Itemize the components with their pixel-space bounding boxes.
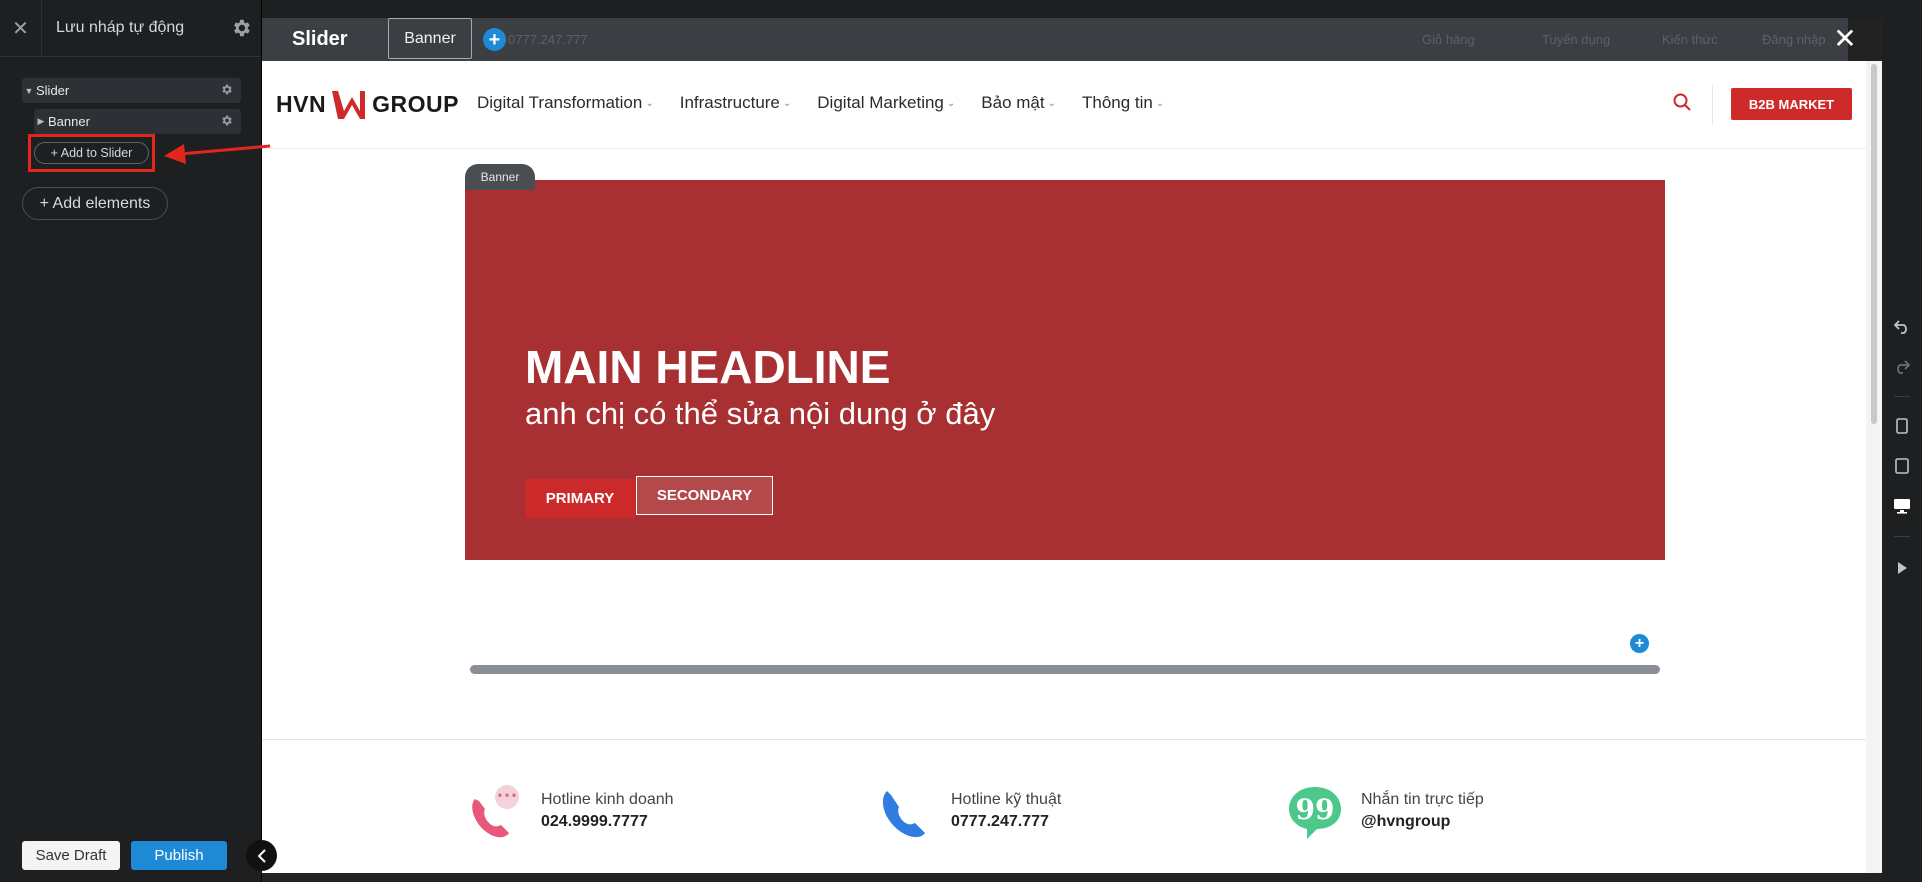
tree-item-banner[interactable]: ▶ Banner	[34, 109, 241, 134]
nav-item-digital-transformation[interactable]: Digital Transformation ⌄	[477, 93, 654, 113]
ghost-topbar-text: Giỏ hàng	[1422, 32, 1475, 47]
nav-item-infrastructure[interactable]: Infrastructure ⌄	[680, 93, 792, 113]
logo-mark-icon	[332, 91, 366, 119]
element-title: Slider	[292, 28, 348, 50]
banner-headline[interactable]: MAIN HEADLINE	[525, 340, 890, 394]
primary-button[interactable]: PRIMARY	[525, 479, 635, 518]
undo-icon[interactable]	[1892, 316, 1912, 336]
toolbar-divider	[1894, 536, 1910, 537]
publish-button[interactable]: Publish	[131, 841, 227, 870]
gear-icon[interactable]	[220, 114, 233, 130]
contact-value[interactable]: 0777.247.777	[951, 813, 1061, 831]
nav-label: Thông tin	[1081, 93, 1153, 112]
contact-item: Hotline kỹ thuật 0777.247.777	[875, 781, 1061, 841]
nav-item-thong-tin[interactable]: Thông tin ⌄	[1082, 93, 1164, 113]
add-slide-button[interactable]: +	[483, 28, 506, 51]
caret-right-icon[interactable]: ▶	[34, 116, 48, 127]
nav-label: Digital Marketing	[817, 93, 944, 112]
banner-slide[interactable]: MAIN HEADLINE anh chị có thể sửa nội dun…	[465, 180, 1665, 674]
ghost-topbar-text: Kiến thức	[1662, 32, 1718, 47]
gear-icon[interactable]	[221, 17, 261, 39]
tree-item-label: Banner	[48, 114, 90, 129]
chevron-down-icon: ⌄	[782, 97, 792, 109]
add-element-button[interactable]: +	[1628, 632, 1651, 655]
add-elements-button[interactable]: + Add elements	[22, 187, 168, 220]
search-icon[interactable]	[1672, 92, 1692, 117]
close-editor-icon[interactable]: ✕	[1830, 18, 1860, 58]
contact-item: ••• Hotline kinh doanh 024.9999.7777	[465, 781, 674, 841]
frame-top-strip	[262, 0, 1882, 18]
section-divider	[262, 739, 1866, 740]
page-scrollbar-thumb[interactable]	[1871, 64, 1877, 424]
chevron-down-icon: ⌄	[1155, 97, 1165, 109]
tree-item-slider[interactable]: ▼ Slider	[22, 78, 241, 103]
ghost-topbar-text: 0777.247.777	[508, 32, 588, 47]
chevron-down-icon: ⌄	[1047, 97, 1056, 109]
close-icon[interactable]: ✕	[0, 0, 42, 57]
nav-item-bao-mat[interactable]: Bảo mật ⌄	[981, 93, 1056, 113]
chat-quote-icon: 99	[1289, 787, 1341, 839]
contact-label: Nhắn tin trực tiếp	[1361, 791, 1484, 808]
chevron-down-icon: ⌄	[645, 97, 654, 109]
autosave-status: Lưu nháp tự động	[56, 19, 185, 36]
tree-item-label: Slider	[36, 83, 70, 98]
element-edit-bar: 0777.247.777 Giỏ hàng Tuyển dụng Kiến th…	[262, 18, 1848, 61]
site-preview: HVN GROUP Digital Transformation ⌄ Infras…	[262, 61, 1866, 873]
ghost-topbar-text: Tuyển dụng	[1542, 32, 1611, 47]
phone-icon	[882, 791, 925, 838]
collapse-sidebar-button[interactable]	[246, 840, 277, 871]
annotation-arrow-icon	[164, 144, 271, 164]
contact-label: Hotline kỹ thuật	[951, 791, 1062, 808]
header-divider	[1712, 85, 1713, 125]
svg-text:99: 99	[1296, 793, 1335, 826]
sidebar-header: ✕ Lưu nháp tự động	[0, 0, 261, 57]
banner-subheadline[interactable]: anh chị có thể sửa nội dung ở đây	[525, 397, 1045, 430]
nav-label: Bảo mật	[981, 93, 1045, 112]
gear-icon[interactable]	[220, 83, 233, 99]
editor-sidebar: ✕ Lưu nháp tự động ▼ Slider ▶ Banner + A…	[0, 0, 262, 882]
tab-banner[interactable]: Banner	[388, 18, 472, 59]
right-toolbar	[1882, 0, 1922, 882]
site-logo[interactable]: HVN GROUP	[276, 89, 459, 119]
add-to-slider-button[interactable]: + Add to Slider	[34, 142, 149, 164]
contact-value[interactable]: @hvngroup	[1361, 813, 1484, 831]
nav-label: Infrastructure	[679, 93, 780, 112]
contact-value[interactable]: 024.9999.7777	[541, 813, 674, 831]
tablet-view-icon[interactable]	[1892, 456, 1912, 476]
contact-item: 99 Nhắn tin trực tiếp @hvngroup	[1285, 781, 1484, 841]
caret-down-icon[interactable]: ▼	[22, 86, 36, 96]
banner-badge[interactable]: Banner	[465, 164, 535, 190]
nav-item-digital-marketing[interactable]: Digital Marketing ⌄	[817, 93, 955, 113]
chevron-down-icon: ⌄	[946, 97, 956, 109]
phone-chat-icon: •••	[472, 785, 519, 838]
slider-scrollbar[interactable]	[470, 665, 1660, 674]
b2b-market-button[interactable]: B2B MARKET	[1731, 88, 1852, 120]
ghost-topbar-text: Đăng nhập	[1762, 32, 1826, 47]
svg-text:•••: •••	[496, 789, 517, 803]
logo-text-left: HVN	[276, 90, 327, 117]
chevron-left-icon	[257, 848, 266, 863]
desktop-view-icon[interactable]	[1892, 496, 1912, 516]
play-preview-icon[interactable]	[1892, 558, 1912, 578]
redo-icon[interactable]	[1892, 356, 1912, 376]
site-nav: Digital Transformation ⌄ Infrastructure ⌄ …	[477, 93, 1164, 113]
nav-label: Digital Transformation	[477, 93, 643, 112]
mobile-view-icon[interactable]	[1892, 416, 1912, 436]
contact-label: Hotline kinh doanh	[541, 791, 674, 808]
logo-text-right: GROUP	[372, 90, 459, 117]
preview-frame: 0777.247.777 Giỏ hàng Tuyển dụng Kiến th…	[262, 0, 1882, 882]
secondary-button[interactable]: SECONDARY	[636, 476, 773, 515]
site-header: HVN GROUP Digital Transformation ⌄ Infras…	[262, 61, 1866, 149]
toolbar-divider	[1894, 396, 1910, 397]
save-draft-button[interactable]: Save Draft	[22, 841, 120, 870]
